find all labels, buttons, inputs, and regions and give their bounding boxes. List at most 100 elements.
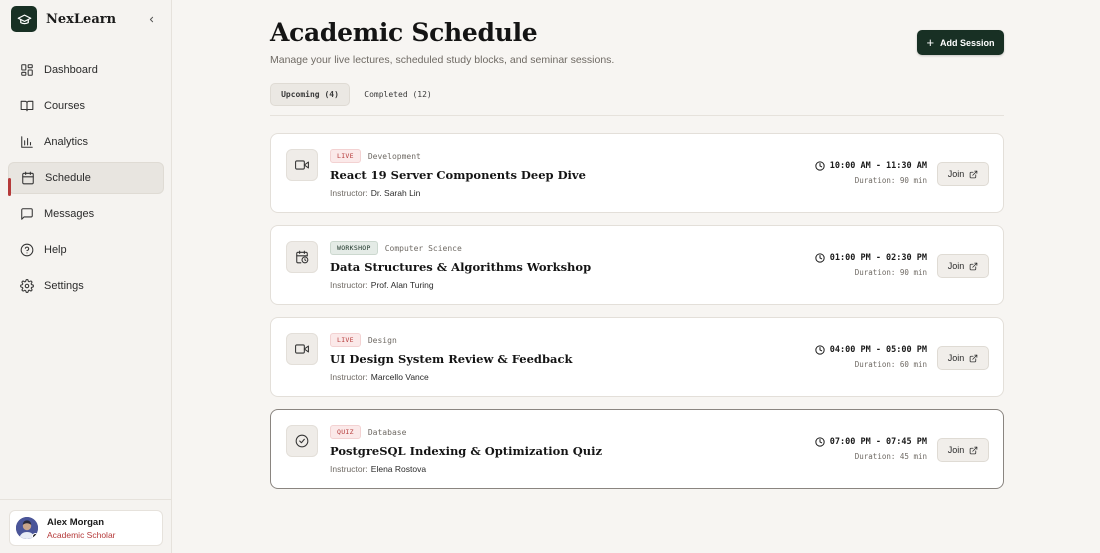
sidebar-footer: Alex Morgan Academic Scholar	[0, 499, 172, 553]
sidebar-item-help[interactable]: Help	[8, 234, 164, 266]
page-subtitle: Manage your live lectures, scheduled stu…	[270, 54, 615, 66]
instructor-name: Marcello Vance	[370, 372, 429, 382]
session-card[interactable]: WORKSHOP Computer Science Data Structure…	[270, 225, 1004, 305]
add-session-button[interactable]: + Add Session	[917, 30, 1004, 55]
chevron-left-icon	[149, 16, 153, 22]
calendar-clock-icon	[286, 241, 318, 273]
join-label: Join	[947, 261, 965, 271]
session-card[interactable]: LIVE Design UI Design System Review & Fe…	[270, 317, 1004, 397]
session-instructor: Instructor: Dr. Sarah Lin	[330, 188, 420, 198]
external-link-icon	[969, 262, 978, 271]
video-icon	[286, 149, 318, 181]
session-time-range: 07:00 PM - 07:45 PM	[829, 437, 927, 447]
clock-icon	[815, 161, 825, 171]
join-button[interactable]: Join	[937, 346, 989, 370]
brand-name: NexLearn	[46, 11, 117, 27]
plus-icon: +	[926, 35, 935, 50]
gear-icon	[19, 279, 34, 294]
session-time-range: 10:00 AM - 11:30 AM	[829, 161, 927, 171]
sidebar-item-messages[interactable]: Messages	[8, 198, 164, 230]
session-card[interactable]: QUIZ Database PostgreSQL Indexing & Opti…	[270, 409, 1004, 489]
session-duration: Duration: 90 min	[854, 268, 927, 277]
instructor-name: Dr. Sarah Lin	[370, 188, 421, 198]
sidebar-item-settings[interactable]: Settings	[8, 270, 164, 302]
help-icon	[19, 243, 34, 258]
sidebar: NexLearn Dashboard Courses Analytics Sch…	[0, 0, 172, 553]
video-icon	[286, 333, 318, 365]
session-type-badge: WORKSHOP	[330, 241, 378, 255]
sidebar-item-courses[interactable]: Courses	[8, 90, 164, 122]
page-title: Academic Schedule	[270, 18, 538, 47]
session-type-badge: LIVE	[330, 149, 361, 163]
session-time-range: 04:00 PM - 05:00 PM	[829, 345, 927, 355]
sidebar-item-label: Settings	[44, 280, 84, 292]
instructor-name: Elena Rostova	[370, 464, 427, 474]
sidebar-item-label: Schedule	[45, 172, 91, 184]
instructor-label: Instructor:	[330, 188, 368, 198]
session-category: Database	[367, 427, 407, 437]
external-link-icon	[969, 446, 978, 455]
session-duration: Duration: 45 min	[854, 452, 927, 461]
join-label: Join	[947, 169, 965, 179]
session-tabs: Upcoming (4) Completed (12)	[270, 83, 1004, 116]
avatar	[16, 517, 38, 539]
tab-completed[interactable]: Completed (12)	[358, 83, 438, 106]
session-card[interactable]: LIVE Development React 19 Server Compone…	[270, 133, 1004, 213]
user-profile-card[interactable]: Alex Morgan Academic Scholar	[9, 510, 163, 546]
sidebar-item-schedule[interactable]: Schedule	[8, 162, 164, 196]
online-status-indicator	[32, 533, 38, 539]
user-name: Alex Morgan	[47, 516, 105, 528]
sidebar-item-analytics[interactable]: Analytics	[8, 126, 164, 158]
session-title: Data Structures & Algorithms Workshop	[330, 260, 592, 274]
check-circle-icon	[286, 425, 318, 457]
join-button[interactable]: Join	[937, 162, 989, 186]
session-duration: Duration: 90 min	[854, 176, 927, 185]
clock-icon	[815, 253, 825, 263]
session-instructor: Instructor: Elena Rostova	[330, 464, 426, 474]
graduation-cap-icon	[11, 6, 37, 32]
session-instructor: Instructor: Marcello Vance	[330, 372, 429, 382]
session-title: UI Design System Review & Feedback	[330, 352, 573, 366]
instructor-label: Instructor:	[330, 372, 368, 382]
session-type-badge: LIVE	[330, 333, 361, 347]
session-time-range: 01:00 PM - 02:30 PM	[829, 253, 927, 263]
tab-upcoming[interactable]: Upcoming (4)	[270, 83, 350, 106]
message-icon	[19, 207, 34, 222]
clock-icon	[815, 437, 825, 447]
session-category: Development	[367, 151, 421, 161]
sidebar-item-label: Dashboard	[44, 64, 98, 76]
session-title: PostgreSQL Indexing & Optimization Quiz	[330, 444, 602, 458]
sidebar-item-label: Courses	[44, 100, 85, 112]
brand[interactable]: NexLearn	[11, 6, 116, 32]
join-label: Join	[947, 445, 965, 455]
dashboard-icon	[19, 63, 34, 78]
book-icon	[19, 99, 34, 114]
session-time: 10:00 AM - 11:30 AM	[815, 161, 927, 171]
sidebar-item-label: Analytics	[44, 136, 89, 148]
external-link-icon	[969, 170, 978, 179]
bar-chart-icon	[19, 135, 34, 150]
calendar-icon	[20, 171, 35, 186]
session-time: 01:00 PM - 02:30 PM	[815, 253, 927, 263]
session-type-badge: QUIZ	[330, 425, 361, 439]
session-category: Design	[367, 335, 397, 345]
user-role: Academic Scholar	[47, 529, 116, 540]
session-duration: Duration: 60 min	[854, 360, 927, 369]
join-label: Join	[947, 353, 965, 363]
session-time: 04:00 PM - 05:00 PM	[815, 345, 927, 355]
sidebar-item-dashboard[interactable]: Dashboard	[8, 54, 164, 86]
main-content: Academic Schedule Manage your live lectu…	[270, 0, 1004, 553]
sidebar-nav: Dashboard Courses Analytics Schedule Mes…	[8, 54, 164, 306]
external-link-icon	[969, 354, 978, 363]
instructor-name: Prof. Alan Turing	[370, 280, 434, 290]
join-button[interactable]: Join	[937, 438, 989, 462]
join-button[interactable]: Join	[937, 254, 989, 278]
session-category: Computer Science	[384, 243, 462, 253]
sidebar-item-label: Help	[44, 244, 67, 256]
instructor-label: Instructor:	[330, 464, 368, 474]
session-title: React 19 Server Components Deep Dive	[330, 168, 586, 182]
session-instructor: Instructor: Prof. Alan Turing	[330, 280, 434, 290]
add-session-label: Add Session	[940, 37, 995, 48]
collapse-sidebar-button[interactable]	[144, 12, 158, 26]
session-time: 07:00 PM - 07:45 PM	[815, 437, 927, 447]
